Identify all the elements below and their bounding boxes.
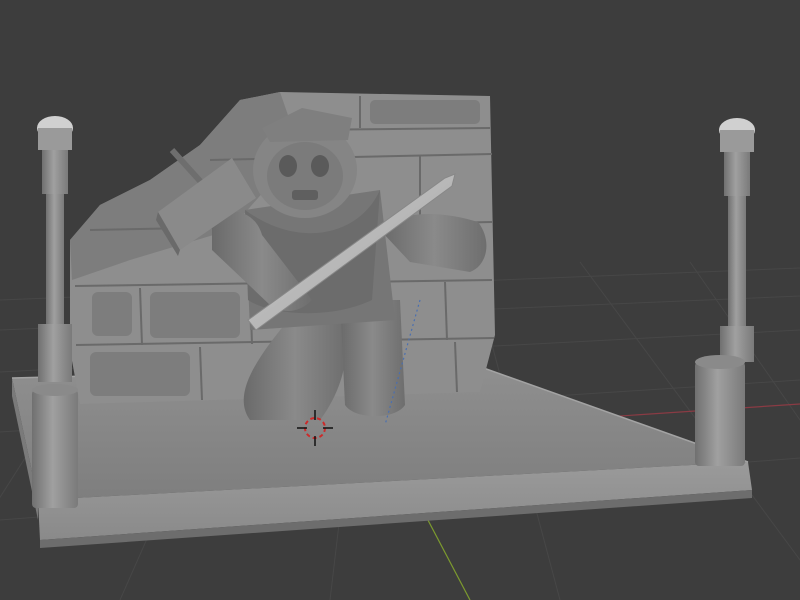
viewport-canvas[interactable] <box>0 0 800 600</box>
3d-viewport[interactable] <box>0 0 800 600</box>
